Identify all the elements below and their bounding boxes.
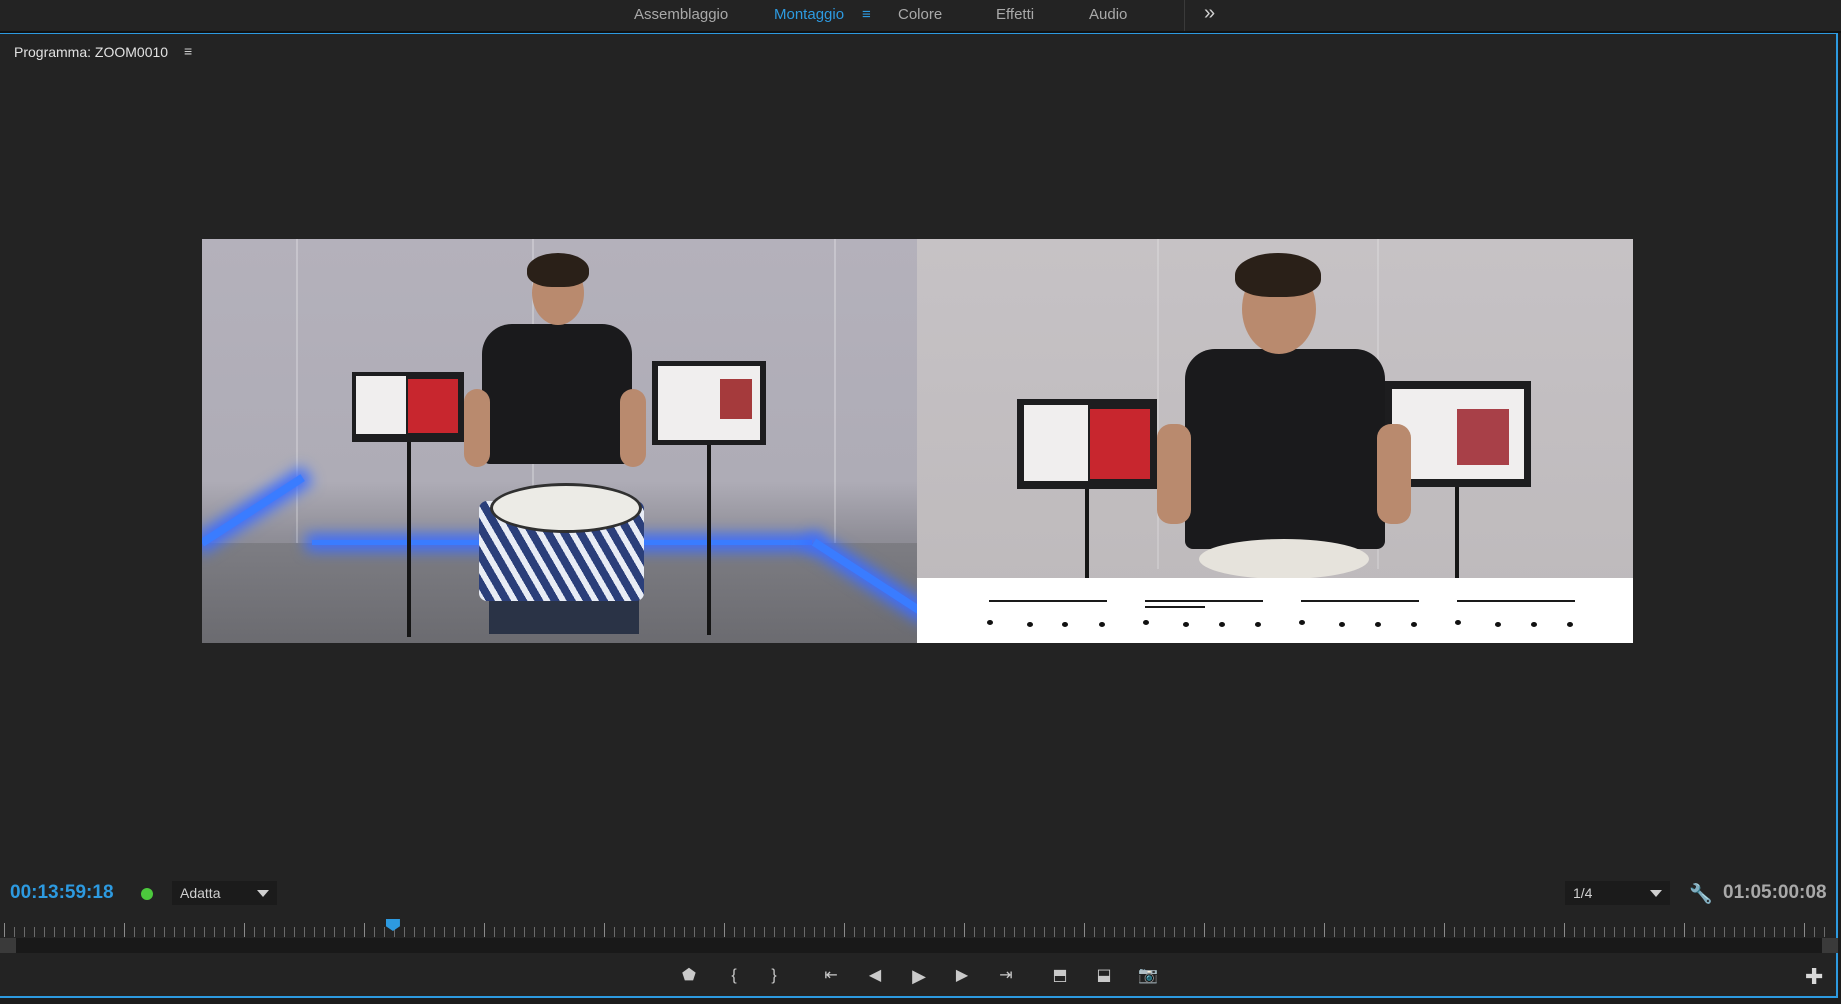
- go-to-out-icon[interactable]: ⇥: [992, 964, 1020, 988]
- extract-icon[interactable]: ⬓: [1090, 964, 1118, 988]
- workspace-divider: [1184, 0, 1185, 31]
- status-indicator: [141, 888, 153, 900]
- scrollbar-right-handle[interactable]: [1822, 938, 1838, 953]
- playback-resolution-select[interactable]: 1/4: [1565, 881, 1670, 905]
- workspace-menu-icon[interactable]: ≡: [862, 0, 871, 31]
- resolution-value: 1/4: [1573, 885, 1593, 901]
- drum-notation-overlay: [917, 578, 1633, 643]
- step-back-icon[interactable]: ◀: [861, 964, 889, 988]
- mark-out-icon[interactable]: }: [760, 964, 788, 988]
- tab-effetti[interactable]: Effetti: [996, 0, 1034, 31]
- more-workspaces-icon[interactable]: »: [1204, 0, 1215, 31]
- lift-icon[interactable]: ⬒: [1046, 964, 1074, 988]
- time-ruler[interactable]: [0, 920, 1838, 938]
- go-to-in-icon[interactable]: ⇤: [817, 964, 845, 988]
- button-editor-plus-icon[interactable]: ✚: [1805, 964, 1823, 990]
- panel-title: Programma: ZOOM0010: [14, 44, 169, 60]
- zoom-scrollbar[interactable]: [0, 938, 1838, 953]
- video-left-camera: [202, 239, 917, 643]
- add-marker-icon[interactable]: ⬟: [675, 964, 703, 988]
- settings-wrench-icon[interactable]: 🔧: [1689, 882, 1713, 906]
- current-timecode[interactable]: 00:13:59:18: [10, 882, 114, 904]
- zoom-level-select[interactable]: Adatta: [172, 881, 277, 905]
- tab-audio[interactable]: Audio: [1089, 0, 1127, 31]
- chevron-down-icon: [1650, 890, 1662, 897]
- mark-in-icon[interactable]: {: [720, 964, 748, 988]
- duration-timecode: 01:05:00:08: [1723, 882, 1827, 903]
- scrollbar-left-handle[interactable]: [0, 938, 16, 953]
- program-video-frame: [202, 239, 1633, 643]
- zoom-level-value: Adatta: [180, 885, 221, 901]
- tab-colore[interactable]: Colore: [898, 0, 942, 31]
- play-icon[interactable]: ▶: [905, 964, 933, 988]
- workspace-bar: Assemblaggio Montaggio ≡ Colore Effetti …: [0, 0, 1841, 33]
- panel-menu-icon[interactable]: ≡: [184, 43, 192, 59]
- chevron-down-icon: [257, 890, 269, 897]
- step-forward-icon[interactable]: ▶: [948, 964, 976, 988]
- tab-assemblaggio[interactable]: Assemblaggio: [634, 0, 728, 31]
- tab-montaggio[interactable]: Montaggio: [774, 0, 844, 31]
- export-frame-icon[interactable]: 📷: [1134, 964, 1162, 988]
